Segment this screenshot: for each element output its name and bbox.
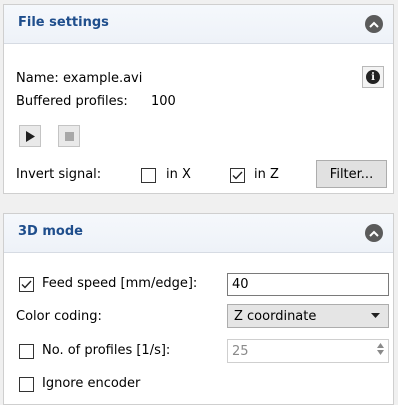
feed-speed-input[interactable]: 40	[227, 273, 389, 296]
in-x-checkbox[interactable]	[141, 168, 156, 183]
profiles-checkbox[interactable]	[19, 344, 34, 359]
feed-speed-checkbox[interactable]	[19, 277, 34, 292]
color-coding-label: Color coding:	[16, 309, 102, 324]
ignore-encoder-checkbox[interactable]	[19, 377, 34, 392]
file-settings-panel: File settings Name: example.avi i Buffer…	[3, 4, 394, 194]
info-icon: i	[366, 70, 380, 84]
color-coding-select[interactable]: Z coordinate	[227, 304, 389, 328]
color-coding-value: Z coordinate	[234, 308, 317, 324]
profiles-value: 25	[232, 343, 249, 359]
checkmark-icon	[21, 280, 32, 289]
in-z-checkbox[interactable]	[230, 168, 245, 183]
invert-signal-label: Invert signal:	[16, 167, 102, 182]
checkmark-icon	[232, 171, 243, 180]
file-settings-title: File settings	[18, 15, 109, 30]
buffered-profiles-value: 100	[151, 94, 176, 109]
name-label: Name:	[16, 71, 59, 86]
profiles-label: No. of profiles [1/s]:	[42, 343, 171, 358]
in-x-label: in X	[166, 167, 191, 182]
3d-mode-header[interactable]: 3D mode	[4, 214, 393, 253]
buffered-profiles-label: Buffered profiles:	[16, 94, 128, 109]
in-z-label: in Z	[254, 167, 279, 182]
dropdown-arrow-icon	[371, 313, 380, 318]
chevron-up-icon[interactable]	[365, 15, 383, 33]
file-settings-header[interactable]: File settings	[4, 5, 393, 44]
stop-button[interactable]	[58, 125, 80, 147]
play-icon	[25, 130, 35, 142]
chevron-up-icon[interactable]	[365, 224, 383, 242]
profiles-spinbox[interactable]: 25	[227, 339, 389, 363]
name-value: example.avi	[63, 71, 143, 86]
play-button[interactable]	[19, 125, 41, 147]
3d-mode-panel: 3D mode Feed speed [mm/edge]: 40 Color c…	[3, 213, 394, 405]
info-button[interactable]: i	[362, 66, 384, 88]
feed-speed-label: Feed speed [mm/edge]:	[42, 276, 198, 291]
stop-icon	[64, 131, 74, 141]
3d-mode-title: 3D mode	[18, 224, 83, 239]
spin-arrows-icon[interactable]	[377, 343, 384, 355]
ignore-encoder-label: Ignore encoder	[42, 376, 141, 391]
filter-button[interactable]: Filter...	[316, 160, 387, 188]
